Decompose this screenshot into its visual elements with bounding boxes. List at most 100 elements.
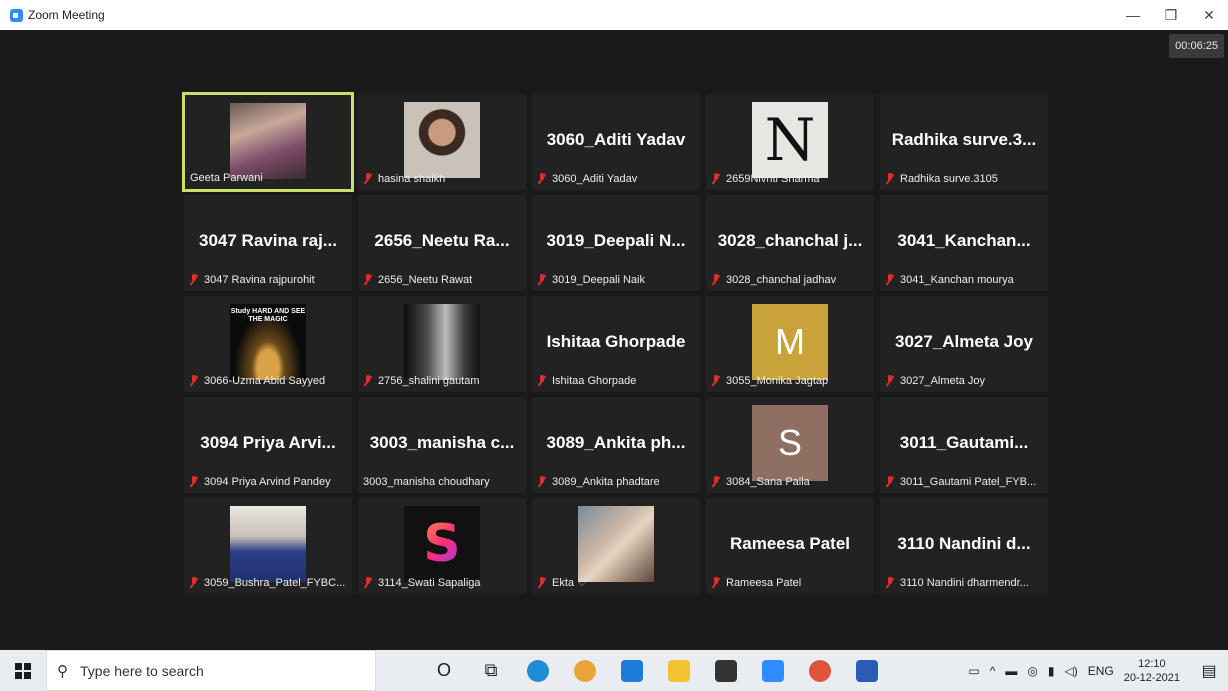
- participant-tile[interactable]: Radhika surve.3... Radhika surve.3105: [880, 94, 1048, 190]
- cortana-icon[interactable]: O: [426, 650, 462, 691]
- chrome-icon[interactable]: [567, 650, 603, 691]
- participant-tile[interactable]: 3027_Almeta Joy 3027_Almeta Joy: [880, 296, 1048, 392]
- microphone-icon[interactable]: ▮: [1048, 664, 1055, 678]
- edge-icon[interactable]: [520, 650, 556, 691]
- participant-name-label: Ekta ♡: [537, 576, 587, 589]
- participant-tile[interactable]: Ishitaa Ghorpade Ishitaa Ghorpade: [532, 296, 700, 392]
- participant-tile[interactable]: 3019_Deepali N... 3019_Deepali Naik: [532, 195, 700, 291]
- participant-name-label: 3066-Uzma Abid Sayyed: [189, 375, 325, 387]
- mail-icon[interactable]: [614, 650, 650, 691]
- participant-name: 3019_Deepali Naik: [552, 274, 645, 286]
- participant-tile[interactable]: 3028_chanchal j... 3028_chanchal jadhav: [706, 195, 874, 291]
- participant-name-label: 3028_chanchal jadhav: [711, 274, 836, 286]
- participant-photo: [404, 102, 480, 178]
- participant-tile[interactable]: 3059_Bushra_Patel_FYBC...: [184, 498, 352, 594]
- zoom-app-window: Zoom Meeting — ❐ ✕ 00:06:25 Geeta Parwan…: [0, 0, 1228, 691]
- participant-tile[interactable]: 3011_Gautami... 3011_Gautami Patel_FYB...: [880, 397, 1048, 493]
- participant-tile[interactable]: 3060_Aditi Yadav 3060_Aditi Yadav: [532, 94, 700, 190]
- task-view-icon[interactable]: ⧉: [473, 650, 509, 691]
- participant-name: 2756_shalini gautam: [378, 375, 480, 387]
- participant-tile[interactable]: Rameesa Patel Rameesa Patel: [706, 498, 874, 594]
- photo-caption: Study HARD AND SEE THE MAGIC: [230, 308, 306, 323]
- muted-mic-icon: [537, 576, 547, 589]
- language-indicator[interactable]: ENG: [1088, 664, 1114, 678]
- participant-name-label: Radhika surve.3105: [885, 173, 998, 185]
- participant-name: 3084_Sana Palla: [726, 476, 810, 488]
- zoom-icon[interactable]: [755, 650, 791, 691]
- task-view-icon-glyph: ⧉: [484, 660, 498, 680]
- keyboard-icon[interactable]: ▭: [968, 664, 979, 678]
- muted-mic-icon: [711, 375, 721, 387]
- windows-taskbar: ⚲ Type here to search O ⧉ ▭ ^ ▬ ◎ ▮ ◁) EN…: [0, 650, 1228, 691]
- participant-big-name: 3089_Ankita ph...: [546, 433, 686, 452]
- muted-mic-icon: [537, 375, 547, 387]
- participant-big-name: Rameesa Patel: [729, 534, 851, 553]
- participant-big-name: 3047 Ravina raj...: [199, 231, 337, 250]
- participant-tile[interactable]: N 2659Nivriti Sharma: [706, 94, 874, 190]
- cortana-icon-glyph: O: [436, 660, 451, 680]
- meet-now-icon[interactable]: ◎: [1027, 664, 1037, 678]
- participant-tile[interactable]: Study HARD AND SEE THE MAGIC 3066-Uzma Ab…: [184, 296, 352, 392]
- clock-date: 20-12-2021: [1123, 671, 1180, 684]
- participant-name: 2659Nivriti Sharma: [726, 173, 820, 185]
- battery-icon[interactable]: ▬: [1005, 664, 1017, 678]
- taskbar-search-box[interactable]: ⚲ Type here to search: [46, 650, 376, 691]
- participant-big-name: 3060_Aditi Yadav: [546, 130, 686, 149]
- participant-name: 3060_Aditi Yadav: [552, 173, 638, 185]
- notification-center-icon[interactable]: ▤: [1196, 650, 1222, 691]
- participant-big-name: 3003_manisha c...: [369, 433, 515, 452]
- participant-name-label: Geeta Parwani: [190, 172, 263, 184]
- speaker-icon[interactable]: ◁): [1064, 664, 1077, 678]
- word-icon[interactable]: [849, 650, 885, 691]
- participant-name: Radhika surve.3105: [900, 173, 998, 185]
- participant-tile[interactable]: M 3055_Monika Jagtap: [706, 296, 874, 392]
- participant-tile[interactable]: 3094 Priya Arvi... 3094 Priya Arvind Pand…: [184, 397, 352, 493]
- participant-photo: [230, 103, 306, 179]
- taskbar-clock[interactable]: 12:10 20-12-2021: [1124, 657, 1180, 685]
- participant-tile[interactable]: 3089_Ankita ph... 3089_Ankita phadtare: [532, 397, 700, 493]
- zoom-logo-icon: [10, 8, 23, 22]
- muted-mic-icon: [363, 375, 373, 387]
- participant-name: hasina shaikh: [378, 173, 446, 185]
- teams-icon[interactable]: [802, 650, 838, 691]
- close-button[interactable]: ✕: [1190, 0, 1228, 30]
- restore-button[interactable]: ❐: [1152, 0, 1190, 30]
- title-bar: Zoom Meeting — ❐ ✕: [0, 0, 1228, 30]
- participant-tile[interactable]: Geeta Parwani: [182, 92, 354, 192]
- participant-name-label: 2659Nivriti Sharma: [711, 173, 820, 185]
- taskbar-apps: O ⧉: [426, 650, 896, 691]
- participant-name: 3027_Almeta Joy: [900, 375, 985, 387]
- participant-big-name: 3110 Nandini d...: [897, 534, 1031, 553]
- sticky-notes-icon[interactable]: [708, 650, 744, 691]
- gallery-view: 00:06:25 Geeta Parwani hasina shaikh 3060_…: [8, 30, 1228, 645]
- muted-mic-icon: [189, 274, 199, 286]
- participant-name: 3003_manisha choudhary: [363, 476, 490, 488]
- participant-name: 3041_Kanchan mourya: [900, 274, 1014, 286]
- participant-name: 3089_Ankita phadtare: [552, 476, 660, 488]
- window-title: Zoom Meeting: [28, 8, 105, 22]
- participant-tile[interactable]: 3110 Nandini d... 3110 Nandini dharmendr.…: [880, 498, 1048, 594]
- participant-tile[interactable]: 2656_Neetu Ra... 2656_Neetu Rawat: [358, 195, 526, 291]
- participant-name-label: 3114_Swati Sapaliga: [363, 577, 481, 589]
- participant-tile[interactable]: 3041_Kanchan... 3041_Kanchan mourya: [880, 195, 1048, 291]
- minimize-button[interactable]: —: [1114, 0, 1152, 30]
- file-explorer-icon[interactable]: [661, 650, 697, 691]
- participant-tile[interactable]: 2756_shalini gautam: [358, 296, 526, 392]
- participant-big-name: Ishitaa Ghorpade: [546, 332, 686, 351]
- participant-tile[interactable]: S 3084_Sana Palla: [706, 397, 874, 493]
- participant-big-name: 3094 Priya Arvi...: [200, 433, 336, 452]
- muted-mic-icon: [885, 375, 895, 387]
- start-button[interactable]: [0, 650, 46, 691]
- chevron-up-icon[interactable]: ^: [990, 664, 996, 678]
- participant-tile[interactable]: 3003_manisha c... 3003_manisha choudhary: [358, 397, 526, 493]
- windows-logo-icon: [15, 662, 31, 679]
- participant-photo: [578, 506, 654, 582]
- participant-tile[interactable]: hasina shaikh: [358, 94, 526, 190]
- participant-photo: N: [752, 102, 828, 178]
- participant-tile[interactable]: S 3114_Swati Sapaliga: [358, 498, 526, 594]
- participant-tile[interactable]: Ekta ♡: [532, 498, 700, 594]
- participant-tile[interactable]: 3047 Ravina raj... 3047 Ravina rajpurohit: [184, 195, 352, 291]
- participant-big-name: 3019_Deepali N...: [546, 231, 686, 250]
- clock-time: 12:10: [1138, 657, 1166, 670]
- participant-big-name: 3041_Kanchan...: [897, 231, 1031, 250]
